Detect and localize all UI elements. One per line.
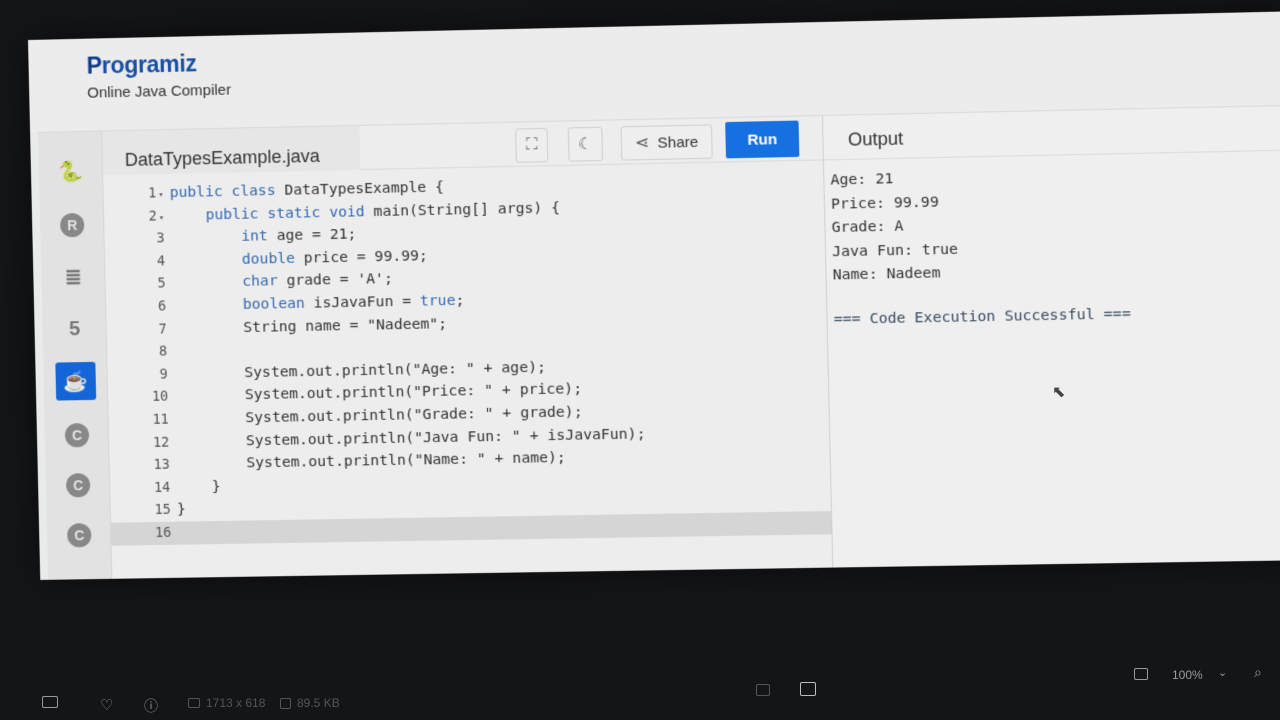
chevron-down-icon[interactable]: ⌄: [1218, 666, 1227, 679]
line-number: 1 ▾: [147, 185, 164, 202]
line-number: 3: [156, 230, 165, 247]
r-icon: R: [59, 212, 85, 238]
line-number: 11: [152, 411, 170, 428]
compiler-workspace: 🐍 R ≣ 5 ☕ C C C DataTypesExample.java ⛶ ☾ ⋖ Sha…: [38, 104, 1280, 580]
image-viewer-statusbar: ♡ ⓘ 1713 x 618 89.5 KB: [0, 684, 1280, 720]
language-item-r[interactable]: R: [52, 206, 93, 245]
line-number: 12: [152, 434, 170, 451]
fullscreen-icon: ⛶: [525, 136, 538, 154]
device-icon[interactable]: [42, 696, 58, 708]
share-label: Share: [657, 133, 699, 152]
logo-p: P: [86, 52, 102, 79]
line-number: 4: [156, 253, 166, 270]
line-number: 5: [157, 275, 166, 292]
share-icon: ⋖: [634, 132, 650, 153]
aspect-ratio-icon[interactable]: [1134, 668, 1148, 680]
html5-icon: 5: [68, 317, 81, 340]
theme-toggle-button[interactable]: ☾: [567, 126, 604, 162]
language-item-sql[interactable]: ≣: [53, 258, 94, 297]
mouse-pointer-icon: ⬉: [1052, 384, 1066, 401]
sql-icon: ≣: [64, 266, 83, 289]
fullscreen-button[interactable]: ⛶: [515, 127, 549, 163]
csharp-icon: C: [66, 523, 92, 548]
browser-screen: Programiz Online Java Compiler 🐍 R ≣ 5 ☕ C C C …: [28, 11, 1280, 580]
language-item-python[interactable]: 🐍: [51, 152, 92, 191]
file-name: DataTypesExample.java: [124, 145, 321, 170]
language-item-c[interactable]: C: [57, 416, 98, 455]
file-size: 89.5 KB: [280, 696, 340, 710]
image-dimensions: 1713 x 618: [188, 696, 265, 710]
fold-arrow-icon[interactable]: ▾: [158, 190, 164, 200]
language-item-html5[interactable]: 5: [54, 310, 95, 349]
cpp-icon: C: [65, 473, 91, 498]
code-editor[interactable]: 1 ▾ public class DataTypesExample {2 ▾ publ…: [103, 168, 832, 546]
line-number: 10: [151, 388, 169, 406]
java-icon: ☕: [63, 370, 89, 393]
line-number: 6: [157, 298, 167, 315]
save-icon: [280, 697, 291, 709]
file-size-text: 89.5 KB: [297, 696, 340, 710]
line-number: 2 ▾: [148, 208, 165, 225]
fold-arrow-icon[interactable]: ▾: [159, 213, 165, 223]
line-number: 13: [153, 456, 171, 474]
heart-icon[interactable]: ♡: [100, 696, 113, 714]
image-icon: [188, 698, 200, 708]
line-number: 16: [154, 524, 172, 541]
moon-icon: ☾: [577, 136, 593, 154]
code-text: }: [176, 500, 186, 518]
output-pane: Output Age: 21 Price: 99.99 Grade: A Java F…: [821, 105, 1280, 571]
c-icon: C: [64, 423, 90, 448]
python-icon: 🐍: [58, 160, 84, 183]
output-console: Age: 21 Price: 99.99 Grade: A Java Fun: tru…: [824, 150, 1280, 331]
editor-pane: DataTypesExample.java ⛶ ☾ ⋖ Share Run 1 ▾…: [102, 115, 833, 580]
line-number: 7: [158, 321, 167, 338]
logo-text: rogramiz: [101, 50, 197, 79]
dimensions-text: 1713 x 618: [206, 696, 266, 710]
zoom-search-icon[interactable]: ⌕: [1254, 664, 1262, 681]
info-icon[interactable]: ⓘ: [144, 696, 158, 716]
line-number: 8: [158, 343, 168, 360]
run-button[interactable]: Run: [725, 120, 800, 159]
zoom-level[interactable]: 100%: [1172, 668, 1203, 682]
code-text: }: [176, 477, 221, 496]
line-number: 15: [154, 502, 172, 519]
language-item-csharp[interactable]: C: [59, 516, 100, 555]
language-sidebar: 🐍 R ≣ 5 ☕ C C C: [38, 131, 113, 580]
language-item-java[interactable]: ☕: [55, 361, 97, 401]
share-button[interactable]: ⋖ Share: [620, 124, 713, 161]
line-number: 14: [153, 479, 171, 496]
language-item-cpp[interactable]: C: [58, 466, 99, 505]
line-number: 9: [159, 366, 169, 383]
